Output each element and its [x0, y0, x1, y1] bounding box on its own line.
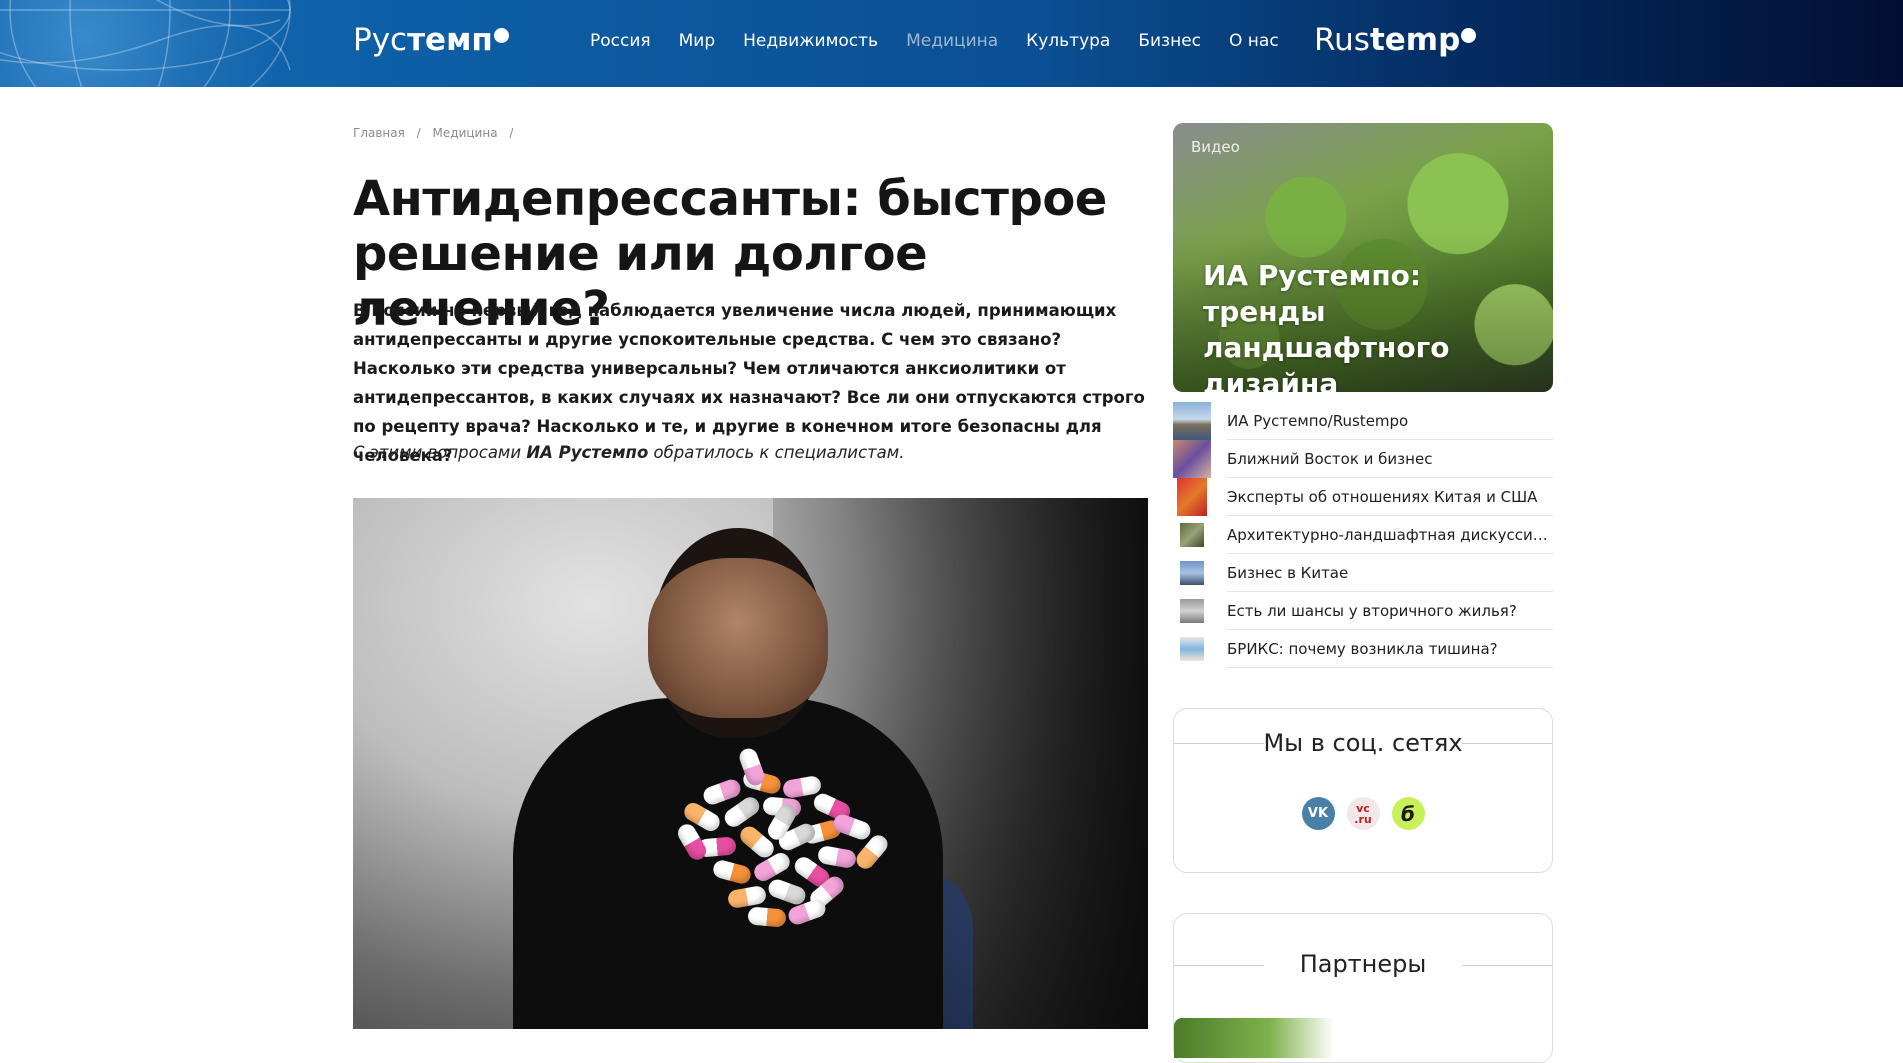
- breadcrumb: Главная / Медицина /: [353, 126, 521, 140]
- globe-decoration: [0, 0, 300, 87]
- city-thumb-icon: [1173, 402, 1211, 440]
- logo-dot-icon: [493, 28, 509, 43]
- nav-item-realty[interactable]: Недвижимость: [743, 31, 878, 51]
- video-title: ИА Рустемпо: тренды ландшафтного дизайна: [1203, 259, 1450, 392]
- video-card[interactable]: Видео ИА Рустемпо: тренды ландшафтного д…: [1173, 123, 1553, 392]
- pill: [747, 906, 787, 928]
- breadcrumb-separator: /: [416, 126, 421, 140]
- social-box: Мы в соц. сетях VK vc .ru б: [1173, 708, 1553, 873]
- street-thumb-icon: [1173, 440, 1211, 478]
- partners-title: Партнеры: [1299, 950, 1427, 978]
- breadcrumb-separator: /: [509, 126, 514, 140]
- video-list-item[interactable]: Архитектурно-ландшафтная дискуссия “Г...: [1173, 516, 1553, 554]
- main-nav: Россия Мир Недвижимость Медицина Культур…: [590, 31, 1307, 51]
- partner-logo[interactable]: [1174, 1018, 1334, 1058]
- video-list-title: БРИКС: почему возникла тишина?: [1227, 630, 1553, 668]
- article-lead-note: С этими вопросами ИА Рустемпо обратилось…: [353, 443, 905, 462]
- building-thumb-icon: [1180, 599, 1204, 623]
- video-list-title: Эксперты об отношениях Китая и США: [1227, 478, 1553, 516]
- video-list-item[interactable]: Эксперты об отношениях Китая и США: [1173, 478, 1553, 516]
- video-list-title: Архитектурно-ландшафтная дискуссия “Г...: [1227, 516, 1553, 554]
- nav-item-about[interactable]: О нас: [1229, 31, 1279, 51]
- breadcrumb-home[interactable]: Главная: [353, 126, 405, 140]
- person-hands: [648, 558, 828, 718]
- vc-icon[interactable]: vc .ru: [1346, 797, 1380, 830]
- skyline-thumb-icon: [1180, 561, 1204, 585]
- video-list-title: Ближний Восток и бизнес: [1227, 440, 1553, 478]
- video-list-title: Есть ли шансы у вторичного жилья?: [1227, 592, 1553, 630]
- nav-item-medicine[interactable]: Медицина: [906, 31, 998, 51]
- nav-item-world[interactable]: Мир: [679, 31, 716, 51]
- dzen-icon[interactable]: б: [1391, 797, 1425, 830]
- flag-thumb-icon: [1177, 478, 1207, 516]
- video-list: ИА Рустемпо/Rustempo Ближний Восток и би…: [1173, 402, 1553, 668]
- nav-item-russia[interactable]: Россия: [590, 31, 651, 51]
- breadcrumb-medicine[interactable]: Медицина: [433, 126, 498, 140]
- nav-item-business[interactable]: Бизнес: [1138, 31, 1201, 51]
- partners-box: Партнеры: [1173, 913, 1553, 1063]
- video-label: Видео: [1191, 138, 1240, 156]
- video-list-item[interactable]: Бизнес в Китае: [1173, 554, 1553, 592]
- social-title: Мы в соц. сетях: [1263, 729, 1463, 757]
- video-list-title: Бизнес в Китае: [1227, 554, 1553, 592]
- sky-thumb-icon: [1180, 637, 1204, 661]
- nav-item-culture[interactable]: Культура: [1026, 31, 1110, 51]
- social-icons: VK vc .ru б: [1174, 797, 1552, 830]
- site-logo-latin[interactable]: Rustemp: [1314, 22, 1477, 58]
- vk-icon[interactable]: VK: [1301, 797, 1335, 830]
- park-thumb-icon: [1180, 523, 1204, 547]
- video-list-item[interactable]: ИА Рустемпо/Rustempo: [1173, 402, 1553, 440]
- site-logo[interactable]: Рустемп: [353, 22, 509, 58]
- video-list-title: ИА Рустемпо/Rustempo: [1227, 402, 1553, 440]
- video-list-item[interactable]: Есть ли шансы у вторичного жилья?: [1173, 592, 1553, 630]
- video-list-item[interactable]: Ближний Восток и бизнес: [1173, 440, 1553, 478]
- logo-dot-icon: [1461, 28, 1477, 43]
- article-hero-image: [353, 498, 1148, 1029]
- site-header: Рустемп Россия Мир Недвижимость Медицина…: [0, 0, 1903, 87]
- video-list-item[interactable]: БРИКС: почему возникла тишина?: [1173, 630, 1553, 668]
